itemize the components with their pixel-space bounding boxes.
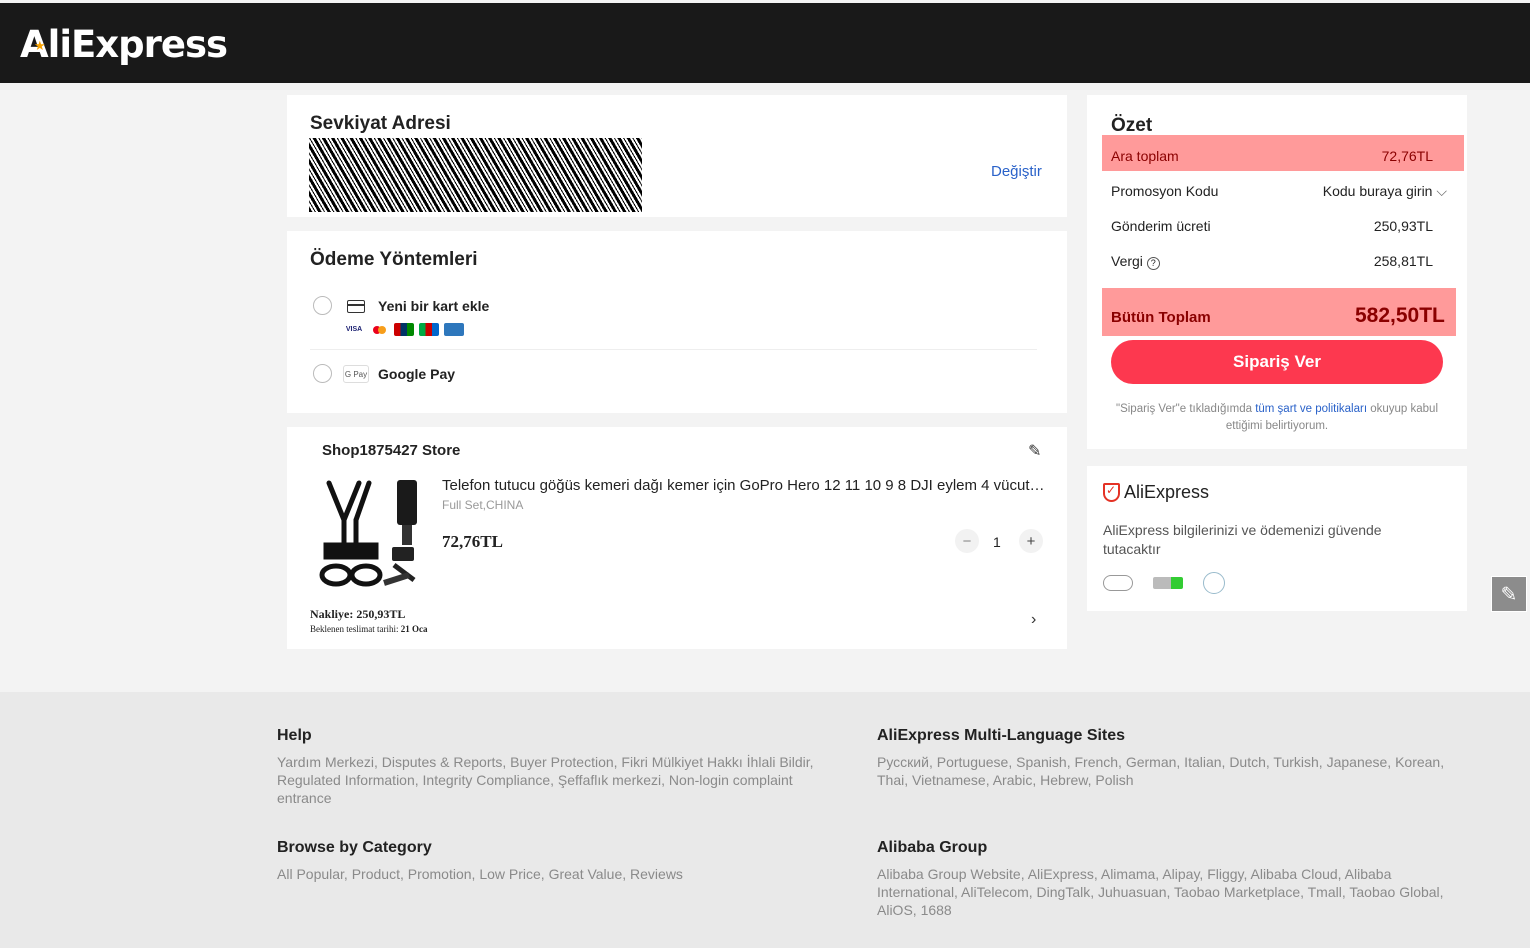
secure-badge-icon bbox=[1153, 577, 1183, 589]
card-brands: VISA bbox=[344, 323, 464, 336]
jcb-icon bbox=[419, 323, 439, 336]
security-logo: AliExpress bbox=[1103, 482, 1209, 503]
change-address-link[interactable]: Değiştir bbox=[991, 163, 1042, 180]
security-badges bbox=[1103, 572, 1225, 594]
new-card-radio[interactable] bbox=[313, 296, 332, 315]
footer-languages-title: AliExpress Multi-Language Sites bbox=[877, 727, 1126, 744]
shipping-cost: Nakliye: 250,93TL bbox=[310, 607, 406, 621]
quantity-decrease-button[interactable]: − bbox=[955, 529, 979, 553]
unionpay-icon bbox=[394, 323, 414, 336]
total-label: Bütün Toplam bbox=[1111, 309, 1211, 326]
footer-help-title: Help bbox=[277, 727, 312, 744]
shop-card: Shop1875427 Store ✎ Telefon tutucu göğüs… bbox=[287, 427, 1067, 649]
top-header: AliExpress ★ bbox=[0, 3, 1530, 83]
subtotal-value: 72,76TL bbox=[1381, 148, 1433, 164]
certified-badge-icon bbox=[1203, 572, 1225, 594]
footer-browse-title: Browse by Category bbox=[277, 839, 432, 856]
google-pay-label[interactable]: Google Pay bbox=[378, 366, 455, 382]
delivery-estimate: Beklenen teslimat tarihi: 21 Oca bbox=[310, 624, 427, 634]
footer-alibaba-links[interactable]: Alibaba Group Website, AliExpress, Alima… bbox=[877, 865, 1467, 919]
subtotal-label: Ara toplam bbox=[1111, 148, 1179, 164]
quantity-increase-button[interactable]: + bbox=[1019, 529, 1043, 553]
new-card-label[interactable]: Yeni bir kart ekle bbox=[378, 298, 489, 314]
shipping-fee-value: 250,93TL bbox=[1373, 218, 1433, 234]
promo-input[interactable]: Kodu buraya girin ⌵ bbox=[1323, 183, 1447, 200]
footer-languages: AliExpress Multi-Language Sites Русский,… bbox=[877, 727, 1467, 789]
security-text: AliExpress bilgilerinizi ve ödemenizi gü… bbox=[1103, 522, 1382, 557]
logo-star-icon: ★ bbox=[34, 38, 46, 53]
promo-row[interactable]: Promosyon Kodu Kodu buraya girin ⌵ bbox=[1111, 183, 1447, 200]
footer-alibaba: Alibaba Group Alibaba Group Website, Ali… bbox=[877, 839, 1467, 919]
footer-alibaba-title: Alibaba Group bbox=[877, 839, 988, 856]
total-value: 582,50TL bbox=[1355, 304, 1445, 327]
footer-browse: Browse by Category All Popular, Product,… bbox=[277, 839, 842, 883]
shipping-address-card: Sevkiyat Adresi Değiştir bbox=[287, 95, 1067, 217]
summary-title: Özet bbox=[1111, 115, 1153, 136]
security-brand: AliExpress bbox=[1124, 482, 1210, 502]
edit-icon[interactable]: ✎ bbox=[1028, 441, 1041, 461]
pci-badge-icon bbox=[1103, 575, 1133, 591]
tax-value: 258,81TL bbox=[1373, 253, 1433, 269]
visa-icon: VISA bbox=[345, 326, 363, 333]
google-pay-radio[interactable] bbox=[313, 364, 332, 383]
credit-card-icon bbox=[347, 300, 365, 313]
mastercard-icon bbox=[369, 323, 389, 336]
product-variant: Full Set,CHINA bbox=[442, 498, 524, 512]
shipping-fee-row: Gönderim ücreti 250,93TL bbox=[1111, 218, 1433, 234]
chevron-right-icon[interactable]: › bbox=[1031, 611, 1036, 629]
eta-date: 21 Oca bbox=[400, 624, 428, 634]
subtotal-row: Ara toplam 72,76TL bbox=[1111, 148, 1433, 164]
terms-prefix: "Sipariş Ver"e tıkladığımda bbox=[1115, 403, 1256, 415]
shield-icon bbox=[1103, 483, 1120, 502]
footer-help-links[interactable]: Yardım Merkezi, Disputes & Reports, Buye… bbox=[277, 753, 842, 807]
shipping-fee-label: Gönderim ücreti bbox=[1111, 218, 1211, 234]
help-icon[interactable]: ? bbox=[1146, 257, 1160, 270]
terms-text: "Sipariş Ver"e tıkladığımda tüm şart ve … bbox=[1111, 401, 1443, 435]
tax-label: Vergi ? bbox=[1111, 253, 1160, 270]
amex-icon bbox=[444, 323, 464, 336]
promo-placeholder: Kodu buraya girin bbox=[1322, 183, 1433, 199]
security-card: AliExpress AliExpress bilgilerinizi ve ö… bbox=[1087, 466, 1467, 611]
product-image[interactable] bbox=[314, 475, 429, 593]
product-title[interactable]: Telefon tutucu göğüs kemeri dağı kemer i… bbox=[442, 477, 1047, 494]
order-summary-card: Özet Ara toplam 72,76TL Promosyon Kodu K… bbox=[1087, 95, 1467, 449]
shipping-address-title: Sevkiyat Adresi bbox=[310, 113, 451, 134]
chevron-down-icon: ⌵ bbox=[1436, 183, 1447, 199]
google-pay-icon: G Pay bbox=[343, 365, 369, 383]
aliexpress-logo[interactable]: AliExpress bbox=[20, 23, 228, 66]
tax-label-text: Vergi bbox=[1111, 253, 1143, 269]
payment-methods-title: Ödeme Yöntemleri bbox=[310, 249, 478, 270]
shop-name[interactable]: Shop1875427 Store bbox=[322, 442, 460, 459]
footer: Help Yardım Merkezi, Disputes & Reports,… bbox=[0, 692, 1530, 948]
terms-link[interactable]: tüm şart ve politikaları bbox=[1255, 403, 1367, 415]
payment-methods-card: Ödeme Yöntemleri Yeni bir kart ekle VISA… bbox=[287, 231, 1067, 413]
redacted-address bbox=[309, 138, 642, 212]
footer-help: Help Yardım Merkezi, Disputes & Reports,… bbox=[277, 727, 842, 807]
place-order-button[interactable]: Sipariş Ver bbox=[1111, 340, 1443, 384]
promo-label: Promosyon Kodu bbox=[1111, 183, 1219, 199]
divider bbox=[310, 349, 1037, 350]
footer-browse-links[interactable]: All Popular, Product, Promotion, Low Pri… bbox=[277, 865, 842, 883]
quantity-value: 1 bbox=[993, 534, 1001, 550]
product-price: 72,76TL bbox=[442, 532, 503, 551]
tax-row: Vergi ? 258,81TL bbox=[1111, 253, 1433, 270]
feedback-edit-icon[interactable]: ✎ bbox=[1491, 576, 1527, 612]
footer-languages-links[interactable]: Русский, Portuguese, Spanish, French, Ge… bbox=[877, 753, 1467, 789]
eta-label: Beklenen teslimat tarihi: bbox=[310, 624, 401, 634]
